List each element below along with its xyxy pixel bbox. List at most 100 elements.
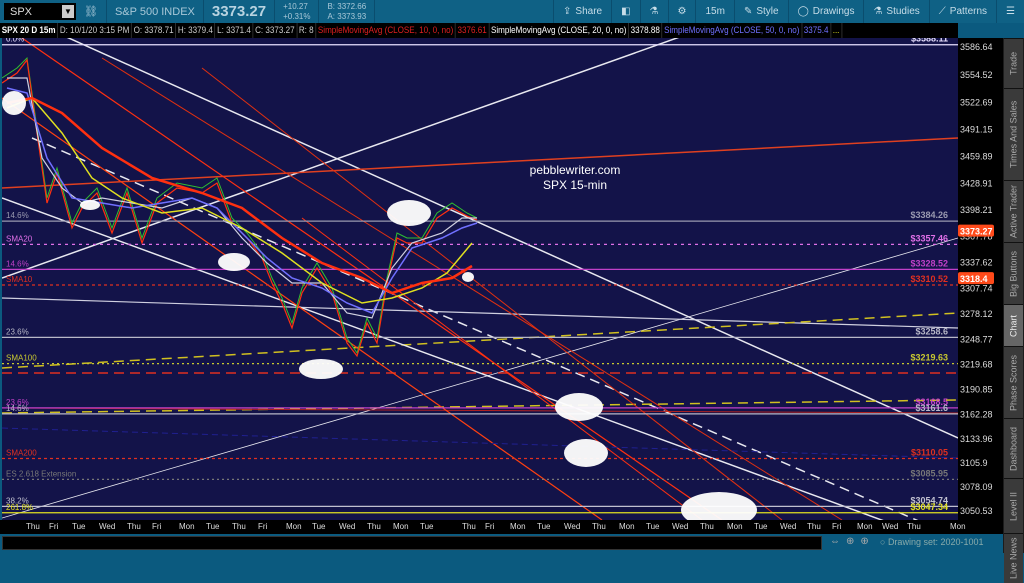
toolbar-label: Drawings (812, 6, 855, 17)
x-tick-label: Fri (485, 522, 495, 531)
tab-level-ii[interactable]: Level II (1004, 478, 1023, 533)
drawing-set[interactable]: ○ Drawing set: 2020-1001 (880, 537, 984, 547)
level-label-left: 0.0% (6, 38, 24, 44)
flask-icon-button[interactable]: ⚗ Studies (863, 0, 928, 23)
x-tick-label: Tue (537, 522, 551, 531)
ellipse-icon-button[interactable]: ◯ Drawings (787, 0, 864, 23)
price-axis-ticks: 3586.64 3554.52 3522.69 3491.15 3459.89 3428.… (958, 42, 994, 516)
level-label-right: $3085.95 (910, 468, 948, 478)
y-tick-label: 3105.9 (960, 458, 988, 468)
y-tick-label: 3219.68 (960, 360, 993, 370)
y-tick-label: 3554.52 (960, 70, 993, 80)
x-tick-label: Wed (780, 522, 797, 531)
bar-range: R: 8 (297, 23, 317, 38)
y-tick-label: 3491.15 (960, 125, 993, 135)
toolbar-label: ☰ (1006, 6, 1015, 17)
share-icon-button[interactable]: ⇪ Share (553, 0, 611, 23)
patterns-icon: ⟋ (938, 6, 946, 17)
level-label-right: $3047.34 (910, 502, 948, 512)
sma50-value: 3375.4 (802, 23, 831, 38)
patterns-icon-button[interactable]: ⟋ Patterns (928, 0, 996, 23)
header-bar: SPX ▼ ⛓ S&P 500 INDEX 3373.27 +10.27 +0.31… (0, 0, 1024, 23)
x-tick-label: Thu (907, 522, 921, 531)
link-icon[interactable]: ⛓ (76, 0, 107, 23)
tab-trade[interactable]: Trade (1004, 38, 1023, 88)
chart-canvas: 0.0% $3588.11 14.6% $3384.26 SMA20 $3357.46 14… (1, 0, 959, 549)
x-tick-label: Thu (462, 522, 476, 531)
x-tick-label: Thu (26, 522, 40, 531)
x-tick-label: Tue (206, 522, 220, 531)
y-tick-label: 3050.53 (960, 506, 993, 516)
level-label-left: SMA200 (6, 448, 37, 457)
x-tick-label: Mon (950, 522, 966, 531)
chevron-down-icon[interactable]: ▼ (62, 5, 74, 18)
watermark-site: pebblewriter.com (530, 163, 621, 177)
instrument-name: S&P 500 INDEX (107, 0, 204, 23)
x-tick-label: Tue (646, 522, 660, 531)
time-axis[interactable]: Thu Fri Tue Wed Thu Fri Mon Tue Thu Fri Mon Tue Wed T… (0, 520, 1003, 534)
crosshair-icon[interactable]: ⊕ (846, 536, 854, 547)
chart-info-row: SPX 20 D 15m D: 10/1/20 3:15 PM O: 3378.… (0, 23, 842, 38)
level-label-left: SMA100 (6, 354, 37, 363)
sma20-label[interactable]: SimpleMovingAvg (CLOSE, 20, 0, no) (489, 23, 629, 38)
x-tick-label: Tue (754, 522, 768, 531)
toolbar-label: Style (756, 6, 779, 17)
x-tick-label: Fri (258, 522, 268, 531)
more-studies[interactable]: ... (831, 23, 842, 38)
alert-icon-button[interactable]: ◧ (611, 0, 639, 23)
flask-icon-button[interactable]: ⚗ (639, 0, 668, 23)
x-tick-label: Wed (99, 522, 116, 531)
x-tick-label: Thu (700, 522, 714, 531)
price-axis[interactable]: 3586.64 3554.52 3522.69 3491.15 3459.89 3428.… (958, 38, 1003, 520)
gear-icon-button[interactable]: ⚙ (667, 0, 696, 23)
y-tick-label: 3398.21 (960, 205, 993, 215)
y-tick-label: 3162.28 (960, 409, 993, 419)
symbol-selector[interactable]: SPX ▼ (4, 3, 76, 20)
x-tick-label: Tue (72, 522, 86, 531)
pan-icon[interactable]: ⇔ (830, 536, 840, 547)
y-tick-label: 3190.85 (960, 385, 993, 395)
interval-button[interactable]: 15m (695, 0, 733, 23)
level-label-left: 14.6% (6, 404, 29, 413)
tab-times-and-sales[interactable]: Times And Sales (1004, 88, 1023, 180)
level-label-right: $3384.26 (910, 210, 948, 220)
last-price: 3373.27 (204, 0, 276, 23)
sma50-label[interactable]: SimpleMovingAvg (CLOSE, 50, 0, no) (662, 23, 803, 38)
toolbar-label: 15m (705, 6, 725, 17)
y-tick-label: 3586.64 (960, 42, 993, 52)
x-tick-label: Mon (179, 522, 195, 531)
x-tick-label: Wed (882, 522, 899, 531)
toolbar-label: Share (575, 6, 603, 17)
bar-date: D: 10/1/20 3:15 PM (58, 23, 132, 38)
sma10-label[interactable]: SimpleMovingAvg (CLOSE, 10, 0, no) (316, 23, 456, 38)
tab-chart[interactable]: Chart (1004, 304, 1023, 346)
y-tick-label: 3307.74 (960, 283, 993, 293)
x-tick-label: Tue (312, 522, 326, 531)
price-levels: 0.0% $3588.11 14.6% $3384.26 SMA20 $3357.46 14… (2, 34, 958, 514)
y-tick-label: 3133.96 (960, 434, 993, 444)
y-tick-label: 3078.09 (960, 482, 993, 492)
x-tick-label: Fri (152, 522, 162, 531)
level-label-left: 23.6% (6, 327, 29, 336)
y-tick-label: 3522.69 (960, 97, 993, 107)
level-label-left: 14.6% (6, 211, 29, 220)
tab-big-buttons[interactable]: Big Buttons (1004, 242, 1023, 304)
side-tabs: Trade Times And Sales Active Trader Big But… (1003, 38, 1024, 583)
style-icon-button[interactable]: ✎ Style (733, 0, 788, 23)
x-tick-label: Mon (510, 522, 526, 531)
level-label-right: $3328.52 (910, 258, 948, 268)
x-tick-label: Mon (727, 522, 743, 531)
chart-plot-area[interactable]: 0.0% $3588.11 14.6% $3384.26 SMA20 $3357.46 14… (1, 0, 959, 549)
tab-live-news[interactable]: Live News (1004, 533, 1023, 583)
tab-phase-scores[interactable]: Phase Scores (1004, 346, 1023, 418)
level-label-right: $3357.46 (910, 233, 948, 243)
ask-value: A: 3373.93 (327, 11, 367, 21)
chart-title: SPX 20 D 15m (0, 23, 59, 38)
zoom-icon[interactable]: ⊕ (860, 536, 868, 547)
tab-active-trader[interactable]: Active Trader (1004, 180, 1023, 242)
horizontal-scrollbar[interactable] (2, 536, 822, 550)
tab-dashboard[interactable]: Dashboard (1004, 418, 1023, 478)
toolbar-label: Studies (886, 6, 920, 17)
menu-icon-button[interactable]: ☰ (996, 0, 1024, 23)
flask-icon: ⚗ (649, 6, 659, 17)
